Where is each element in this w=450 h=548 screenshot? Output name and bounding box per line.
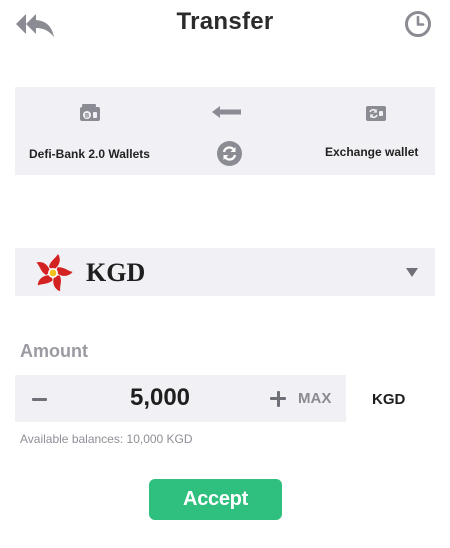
page-title: Transfer (176, 8, 274, 35)
svg-text:B: B (85, 113, 90, 120)
to-wallet-label: Exchange wallet (325, 145, 419, 159)
transfer-screen: Transfer B Defi-Bank 2.0 Wallets Exchang… (0, 0, 450, 548)
history-button[interactable] (403, 9, 433, 39)
swap-circle-icon (222, 146, 237, 161)
header: Transfer (0, 0, 450, 50)
currency-select[interactable]: KGD (15, 248, 435, 296)
swap-button[interactable] (217, 141, 242, 166)
minus-icon (31, 397, 47, 401)
clock-icon (405, 11, 431, 37)
accept-button[interactable]: Accept (149, 479, 282, 520)
amount-stepper: MAX (15, 375, 346, 422)
arrow-left-icon (211, 104, 243, 120)
max-button[interactable]: MAX (298, 390, 331, 407)
amount-input[interactable] (75, 381, 245, 415)
amount-unit: KGD (372, 391, 406, 408)
transfer-direction-card: B Defi-Bank 2.0 Wallets Exchange wallet (15, 87, 435, 175)
amount-label: Amount (20, 341, 88, 361)
available-balance: Available balances: 10,000 KGD (20, 432, 193, 446)
exchange-wallet-icon (365, 104, 387, 122)
from-wallet-label: Defi-Bank 2.0 Wallets (29, 147, 150, 161)
currency-code: KGD (86, 258, 146, 287)
wallet-coin-icon: B (79, 104, 101, 122)
red-flower-logo-icon (33, 253, 73, 293)
increment-button[interactable] (263, 383, 293, 413)
caret-down-icon (406, 268, 418, 277)
decrement-button[interactable] (23, 383, 55, 415)
